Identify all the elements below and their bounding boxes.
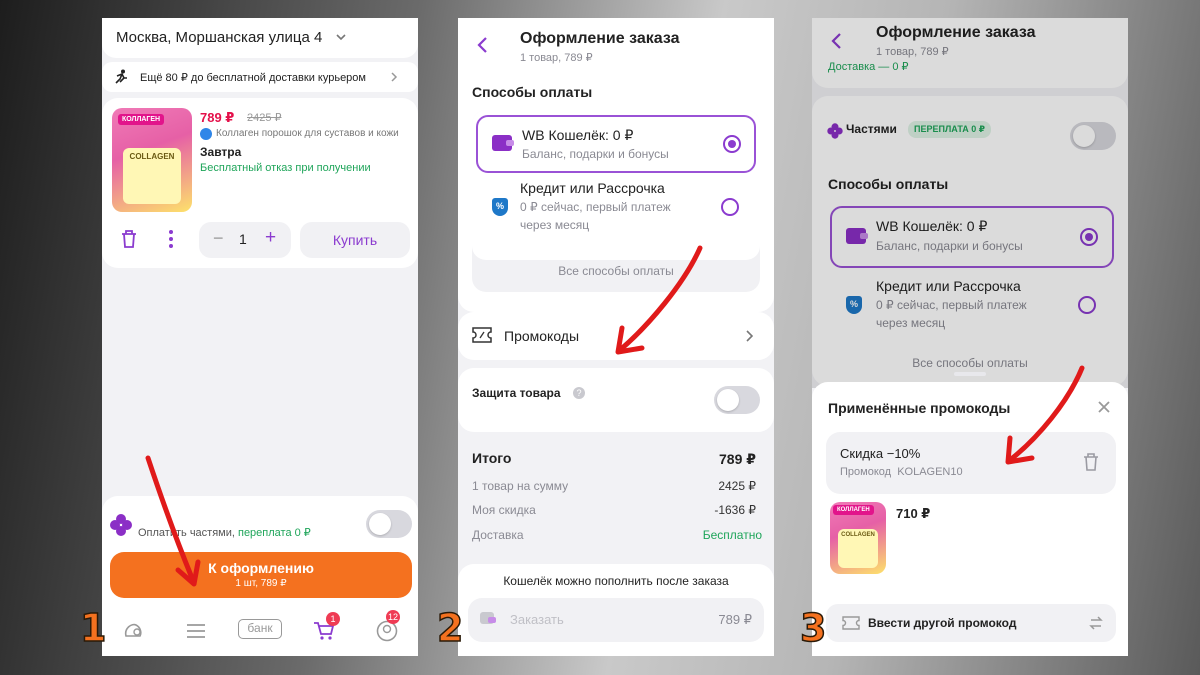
enter-other-label: Ввести другой промокод [868,616,1017,630]
installments-icon [110,514,132,536]
promo-name: Скидка −10% [840,446,921,461]
catalog-icon[interactable] [186,623,206,639]
protection-row: Защита товара ? [458,368,774,432]
total-label: Итого [472,450,512,466]
discounted-price: 710 ₽ [896,506,931,521]
red-arrow [1005,365,1085,465]
credit-sub2: через месяц [520,218,590,232]
step-number-2: 2 [436,605,464,651]
more-icon[interactable] [168,229,174,249]
order-footer: Кошелёк можно пополнить после заказа Зак… [458,564,774,656]
step-number-1: 1 [79,605,107,651]
buy-button[interactable]: Купить [300,222,410,258]
installments-toggle[interactable] [366,510,412,538]
swap-icon [1089,616,1103,630]
protection-toggle[interactable] [714,386,760,414]
product-name[interactable]: Коллаген порошок для суставов и кожи [216,128,399,139]
promo-label: Промокоды [504,328,580,344]
total-value: 789 ₽ [719,451,756,467]
delivery-label: Доставка [472,528,524,542]
increase-button[interactable]: + [265,227,276,249]
trash-icon[interactable] [120,229,138,249]
red-arrow [145,455,201,587]
quantity-stepper[interactable]: − 1 + [199,222,291,258]
help-icon[interactable]: ? [573,387,585,399]
decrease-button[interactable]: − [213,228,224,249]
screen-cart: Москва, Моршанская улица 4 Ещё 80 ₽ до б… [102,18,418,656]
credit-title: Кредит или Рассрочка [520,180,665,196]
product-image: КОЛЛАГЕН COLLAGEN [830,502,886,574]
chevron-right-icon [746,330,753,342]
wallet-title: WB Кошелёк: 0 ₽ [522,127,634,143]
verified-icon [200,128,212,140]
cart-item: КОЛЛАГЕН COLLAGEN 789 ₽ 2425 ₽ Коллаген … [102,98,418,268]
protection-label: Защита товара [472,386,561,400]
sum-label: 1 товар на сумму [472,479,569,493]
order-label: Заказать [510,612,564,627]
running-man-icon [115,69,127,84]
free-refusal-text: Бесплатный отказ при получении [200,162,371,174]
sheet-title: Применённые промокоды [828,400,1011,416]
free-delivery-text: Ещё 80 ₽ до бесплатной доставки курьером [140,72,366,84]
order-button[interactable]: Заказать 789 ₽ [468,598,764,642]
delivery-date: Завтра [200,145,242,159]
chevron-right-icon [391,72,398,82]
product-old-price: 2425 ₽ [247,112,282,124]
delivery-value: Бесплатно [702,528,762,542]
product-image-text: COLLAGEN [841,532,875,539]
wallet-option[interactable]: WB Кошелёк: 0 ₽ Баланс, подарки и бонусы [476,115,756,173]
shield-icon: % [492,198,508,216]
back-icon[interactable] [476,36,488,54]
product-image-label: КОЛЛАГЕН [118,114,165,125]
payment-heading: Способы оплаты [472,84,593,100]
promo-code: KOLAGEN10 [897,466,963,478]
wallet-icon [492,135,514,151]
order-totals: Итого 789 ₽ 1 товар на сумму 2425 ₽ Моя … [458,440,774,560]
promo-code-label: Промокод KOLAGEN10 [840,466,963,478]
step-number-3: 3 [799,605,827,651]
ticket-icon [842,616,860,630]
bank-icon[interactable]: банк [238,619,282,639]
dim-overlay [812,18,1128,388]
credit-option[interactable]: % Кредит или Рассрочка 0 ₽ сейчас, первы… [476,178,756,242]
promo-label-text: Промокод [840,466,892,478]
red-arrow [615,245,703,355]
screen-promocodes: Оформление заказа 1 товар, 789 ₽ Доставк… [812,18,1128,656]
quantity-value: 1 [239,231,247,247]
order-value: 789 ₽ [718,612,752,627]
wallet-radio[interactable] [723,135,741,153]
product-image[interactable]: КОЛЛАГЕН COLLAGEN [112,108,192,212]
free-delivery-banner[interactable]: Ещё 80 ₽ до бесплатной доставки курьером [102,62,418,92]
sheet-handle[interactable] [954,372,986,376]
wallet-icon [480,612,496,624]
installments-overpay: переплата 0 ₽ [237,527,311,539]
credit-sub1: 0 ₽ сейчас, первый платеж [520,200,671,214]
sum-value: 2425 ₽ [718,479,756,493]
wallet-sub: Баланс, подарки и бонусы [522,147,669,161]
close-icon[interactable] [1098,401,1110,413]
home-icon[interactable] [122,620,146,640]
product-image-text: COLLAGEN [129,151,175,161]
product-price: 789 ₽ [200,110,235,125]
cart-badge: 1 [326,612,340,626]
page-title: Оформление заказа [520,30,680,47]
screen-checkout: Оформление заказа 1 товар, 789 ₽ Способы… [458,18,774,656]
address-bar[interactable]: Москва, Моршанская улица 4 [102,18,418,58]
ticket-icon [472,327,492,343]
page-subtitle: 1 товар, 789 ₽ [520,52,593,64]
address-text: Москва, Моршанская улица 4 [116,29,323,46]
wallet-note: Кошелёк можно пополнить после заказа [503,574,729,588]
product-image-label: КОЛЛАГЕН [833,505,874,515]
discount-label: Моя скидка [472,503,536,517]
profile-badge: 12 [386,610,401,624]
chevron-down-icon [336,34,346,41]
discount-value: -1636 ₽ [714,503,756,517]
enter-other-promo-button[interactable]: Ввести другой промокод [826,604,1116,642]
credit-radio[interactable] [721,198,739,216]
